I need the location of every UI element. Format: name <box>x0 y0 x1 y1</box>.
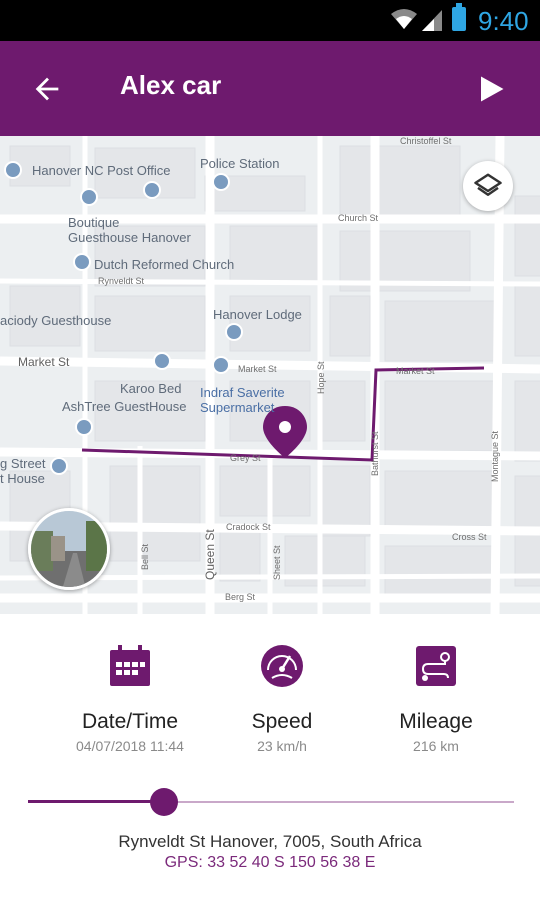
slider-thumb[interactable] <box>150 788 179 816</box>
poi-icon <box>4 161 22 179</box>
stat-label: Speed <box>251 710 313 733</box>
street-label: Market St <box>238 364 277 374</box>
gps-coordinates: GPS: 33 52 40 S 150 56 38 E <box>164 854 376 871</box>
address-text: Rynveldt St Hanover, 7005, South Africa <box>118 832 422 851</box>
poi-label[interactable]: Police Station <box>200 156 280 171</box>
poi-label[interactable]: Indraf Saverite Supermarket <box>200 385 285 415</box>
playback-slider[interactable] <box>28 788 514 816</box>
stat-label: Mileage <box>399 710 473 733</box>
poi-icon <box>73 253 91 271</box>
street-view-thumbnail[interactable] <box>28 508 110 590</box>
street-label: Queen St <box>203 529 217 580</box>
poi-icon <box>75 418 93 436</box>
battery-icon <box>452 3 466 31</box>
poi-label[interactable]: AshTree GuestHouse <box>62 399 187 414</box>
street-label: Rynveldt St <box>98 276 145 286</box>
play-button[interactable] <box>468 67 520 111</box>
wifi-icon <box>391 9 417 29</box>
street-label: Christoffel St <box>400 136 452 146</box>
layers-button[interactable] <box>463 161 513 211</box>
poi-icon <box>143 181 161 199</box>
poi-label[interactable]: Dutch Reformed Church <box>94 257 234 272</box>
street-label: Sheet St <box>272 545 282 580</box>
street-label: Cradock St <box>226 522 271 532</box>
stat-value: 23 km/h <box>257 738 307 754</box>
poi-icon <box>80 188 98 206</box>
calendar-icon <box>110 645 150 686</box>
screen: 9:40 Alex car Hanover NC Post Office Pol… <box>0 0 540 900</box>
poi-icon <box>153 352 171 370</box>
poi-label[interactable]: aciody Guesthouse <box>0 313 111 328</box>
street-label: Bathurst St <box>370 431 380 476</box>
street-label: Berg St <box>225 592 256 602</box>
street-label: Church St <box>338 213 379 223</box>
poi-label[interactable]: Hanover NC Post Office <box>32 163 170 178</box>
play-icon <box>481 76 504 102</box>
speedometer-icon <box>261 645 303 687</box>
poi-icon <box>212 173 230 191</box>
stat-speed: Speed 23 km/h <box>192 644 372 754</box>
stat-mileage: Mileage 216 km <box>346 644 526 754</box>
poi-label[interactable]: Boutique Guesthouse Hanover <box>68 215 191 245</box>
back-button[interactable] <box>22 67 74 111</box>
status-time: 9:40 <box>478 6 529 36</box>
poi-icon <box>212 356 230 374</box>
poi-label[interactable]: g Street t House <box>0 456 46 486</box>
poi-icon <box>225 323 243 341</box>
street-label: Cross St <box>452 532 487 542</box>
street-label: Hope St <box>316 361 326 394</box>
slider-fill <box>28 800 165 803</box>
stat-value: 216 km <box>413 738 459 754</box>
poi-icon <box>50 457 68 475</box>
street-label: Montague St <box>490 430 500 482</box>
street-label: Market St <box>18 355 70 369</box>
arrow-left-icon <box>35 77 59 101</box>
layers-icon <box>474 173 502 196</box>
street-label: Bell St <box>140 543 150 570</box>
poi-label[interactable]: Karoo Bed <box>120 381 181 396</box>
poi-label[interactable]: Hanover Lodge <box>213 307 302 322</box>
street-label: Grey St <box>230 453 261 463</box>
status-bar: 9:40 <box>0 0 540 41</box>
route-icon <box>416 646 456 686</box>
street-label: Market St <box>396 366 435 376</box>
info-panel: Date/Time 04/07/2018 11:44 Speed 23 km/h… <box>0 614 540 900</box>
page-title: Alex car <box>120 70 222 100</box>
map[interactable]: Hanover NC Post Office Police Station Bo… <box>0 136 540 614</box>
cell-signal-icon <box>422 10 442 31</box>
app-bar: Alex car <box>0 41 540 136</box>
